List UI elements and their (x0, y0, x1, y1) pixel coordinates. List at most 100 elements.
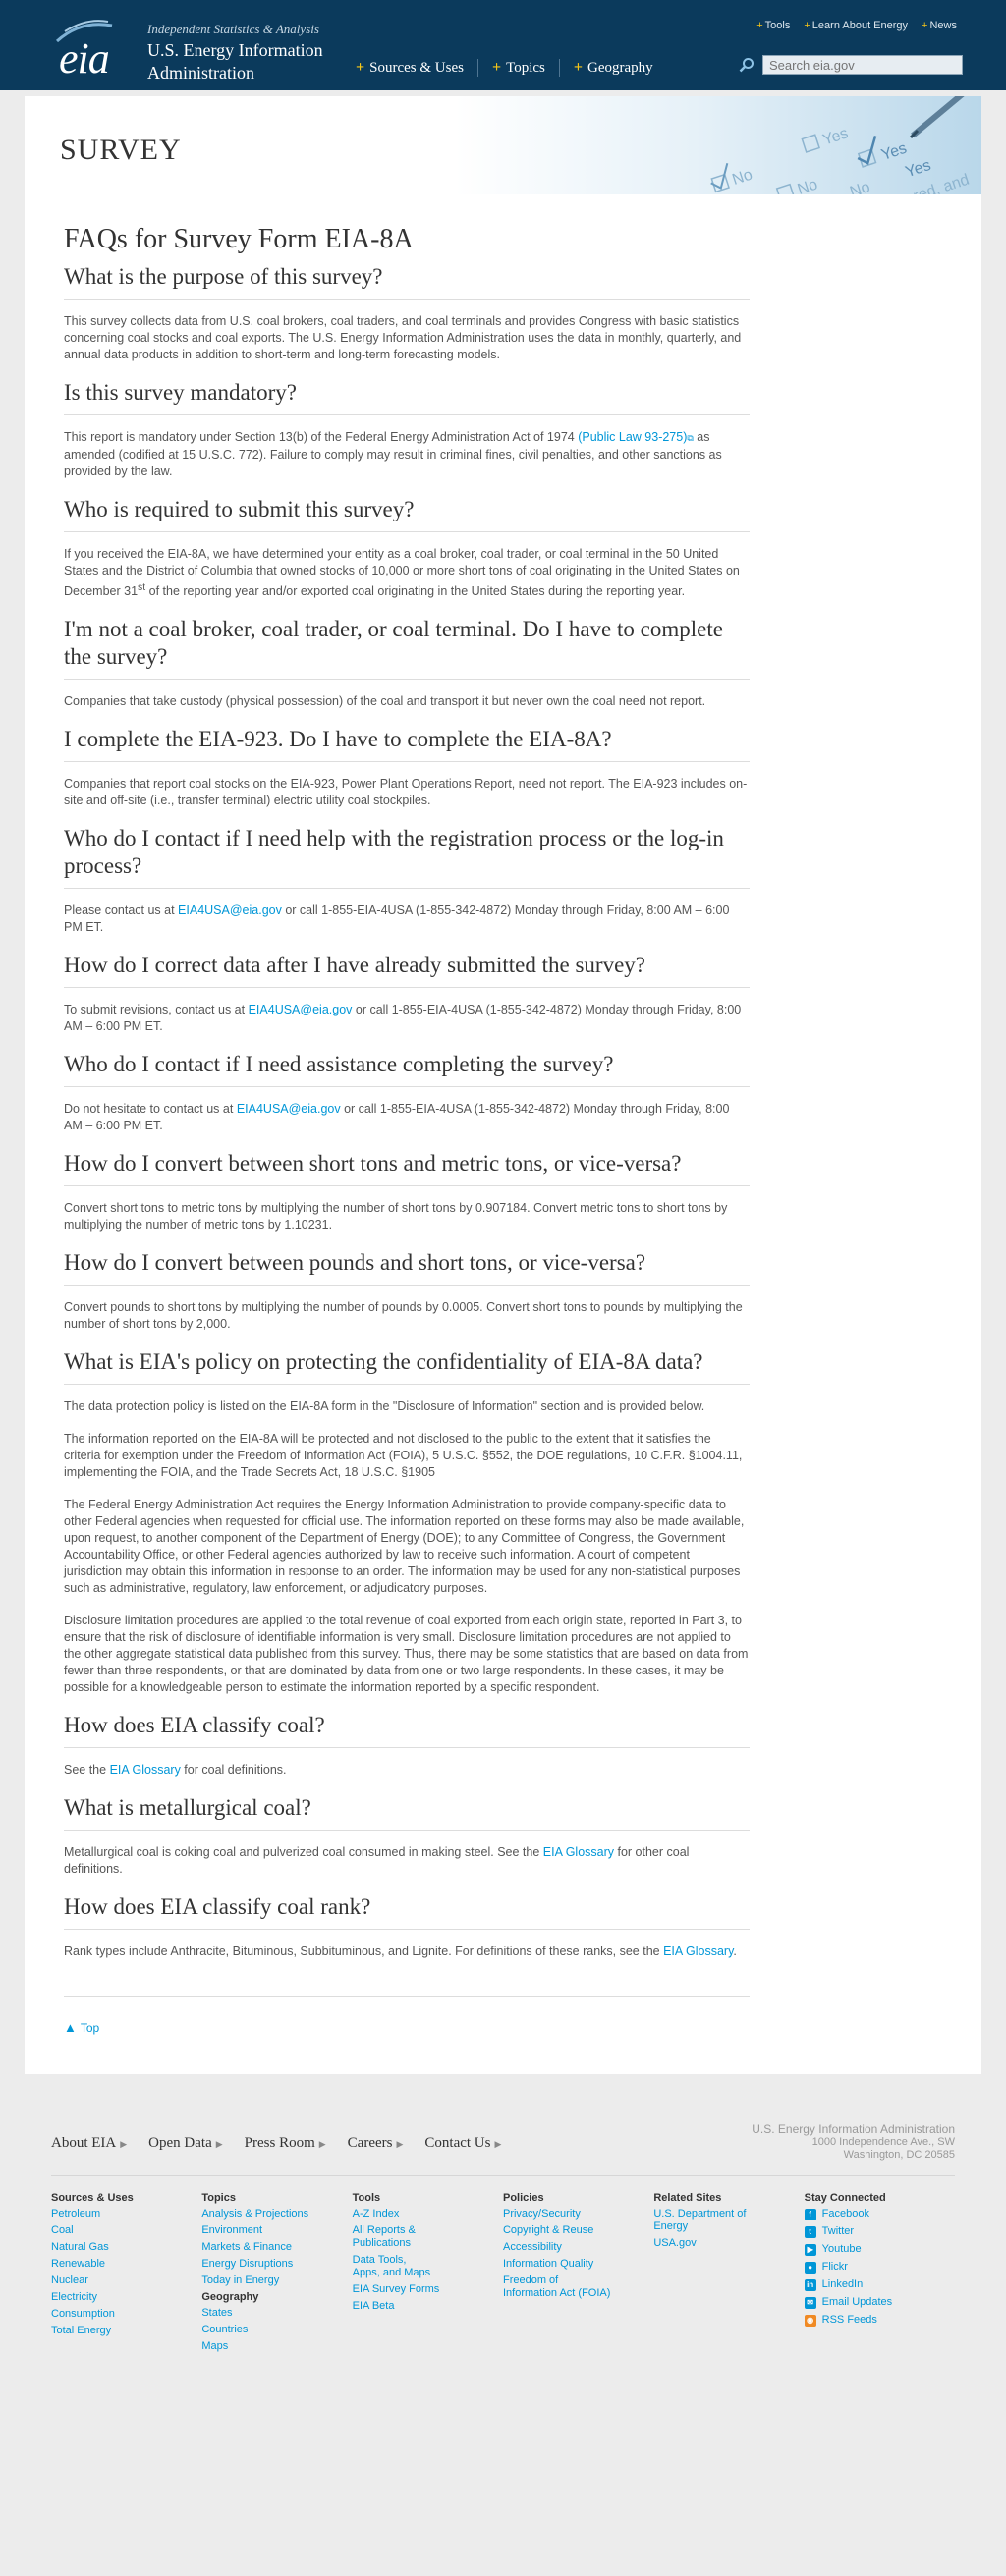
footer-link[interactable]: Petroleum (51, 2208, 201, 2220)
search-input[interactable] (762, 55, 963, 75)
page-title: FAQs for Survey Form EIA-8A (64, 224, 414, 254)
back-to-top[interactable]: ▲ Top (64, 1996, 750, 2035)
footer-link[interactable]: States (201, 2307, 352, 2320)
plus-icon: + (922, 20, 928, 31)
plus-icon: + (491, 59, 502, 76)
footer-top: About EIA ▶ Open Data ▶ Press Room ▶ Career… (51, 2122, 955, 2177)
agency-name-line1: U.S. Energy Information (147, 40, 323, 60)
survey-banner: SURVEY No Yes No Yes No Yes red, and (25, 96, 981, 194)
footer-link[interactable]: Energy Disruptions (201, 2258, 352, 2271)
faq-answer: Metallurgical coal is coking coal and pu… (64, 1845, 690, 1877)
footer-link[interactable]: Countries (201, 2324, 352, 2336)
footer-link[interactable]: Natural Gas (51, 2241, 201, 2254)
faq-question: What is metallurgical coal? (64, 1794, 750, 1832)
footer-link[interactable]: Analysis & Projections (201, 2208, 352, 2220)
faq-answer: The data protection policy is listed on … (64, 1399, 705, 1414)
glossary-link[interactable]: EIA Glossary (543, 1845, 614, 1859)
footer-link[interactable]: Coal (51, 2224, 201, 2237)
util-nav-tools[interactable]: + Tools (756, 20, 790, 31)
faq-question: How does EIA classify coal rank? (64, 1893, 750, 1931)
footer-link[interactable]: Markets & Finance (201, 2241, 352, 2254)
banner-word-yes: Yes (820, 125, 850, 148)
footer-link[interactable]: Renewable (51, 2258, 201, 2271)
nav-topics[interactable]: + Topics (476, 59, 559, 77)
nav-geography[interactable]: + Geography (558, 59, 667, 77)
faq-answer: Convert short tons to metric tons by mul… (64, 1201, 728, 1233)
footer-nav-about[interactable]: About EIA ▶ (51, 2135, 127, 2162)
social-twitter[interactable]: t Twitter (804, 2225, 955, 2238)
social-facebook[interactable]: f Facebook (804, 2208, 955, 2220)
triangle-right-icon: ▶ (396, 2139, 404, 2150)
footer-link[interactable]: USA.gov (653, 2237, 804, 2250)
footer-col-policies: Policies Privacy/Security Copyright & Re… (503, 2192, 653, 2357)
email-icon: ✉ (804, 2296, 816, 2309)
faq-question: What is the purpose of this survey? (64, 263, 750, 300)
footer-link[interactable]: Accessibility (503, 2241, 653, 2254)
footer-link[interactable]: Total Energy (51, 2325, 201, 2337)
glossary-link[interactable]: EIA Glossary (110, 1763, 181, 1777)
faq-item: How do I correct data after I have alrea… (64, 952, 750, 1035)
footer-address: U.S. Energy Information Administration 1… (752, 2122, 955, 2162)
social-rss[interactable]: ◉ RSS Feeds (804, 2314, 955, 2327)
footer-link[interactable]: Today in Energy (201, 2275, 352, 2287)
faq-question: Who do I contact if I need help with the… (64, 825, 750, 890)
logo-word: eia (59, 34, 110, 82)
email-link[interactable]: EIA4USA@eia.gov (178, 904, 282, 917)
faq-item: I'm not a coal broker, coal trader, or c… (64, 616, 750, 710)
faq-answer: Do not hesitate to contact us at EIA4USA… (64, 1102, 730, 1133)
arrow-up-icon: ▲ (64, 2020, 77, 2036)
banner-word-yes: Yes (879, 140, 909, 164)
footer-nav-open-data[interactable]: Open Data ▶ (148, 2135, 222, 2162)
email-link[interactable]: EIA4USA@eia.gov (237, 1102, 341, 1116)
footer-link[interactable]: Environment (201, 2224, 352, 2237)
nav-sources-uses[interactable]: + Sources & Uses (356, 59, 477, 77)
glossary-link[interactable]: EIA Glossary (663, 1945, 733, 1958)
util-nav-learn[interactable]: + Learn About Energy (804, 20, 908, 31)
social-flickr[interactable]: ● Flickr (804, 2261, 955, 2274)
page-container: SURVEY No Yes No Yes No Yes red, and FAQ… (25, 96, 981, 2075)
faq-item: I complete the EIA-923. Do I have to com… (64, 726, 750, 809)
footer-link[interactable]: All Reports & Publications (353, 2224, 431, 2250)
footer-col-sources: Sources & Uses Petroleum Coal Natural Ga… (51, 2192, 201, 2357)
faq-item: Who do I contact if I need assistance co… (64, 1051, 750, 1134)
footer-link[interactable]: Data Tools, Apps, and Maps (353, 2254, 431, 2279)
footer-nav-press-room[interactable]: Press Room ▶ (245, 2135, 326, 2162)
footer-link[interactable]: A-Z Index (353, 2208, 503, 2220)
email-link[interactable]: EIA4USA@eia.gov (249, 1003, 353, 1016)
footer-link[interactable]: Freedom of Information Act (FOIA) (503, 2275, 611, 2300)
footer-link[interactable]: Copyright & Reuse (503, 2224, 653, 2237)
social-email[interactable]: ✉ Email Updates (804, 2296, 955, 2309)
footer-link[interactable]: Information Quality (503, 2258, 653, 2271)
faq-answer: Companies that take custody (physical po… (64, 694, 706, 709)
logo-text: Independent Statistics & Analysis U.S. E… (147, 22, 323, 82)
footer-link[interactable]: Electricity (51, 2291, 201, 2304)
footer-nav-contact[interactable]: Contact Us ▶ (424, 2135, 501, 2162)
flickr-icon: ● (804, 2261, 816, 2274)
twitter-icon: t (804, 2225, 816, 2238)
faq-question: I complete the EIA-923. Do I have to com… (64, 726, 750, 763)
public-law-link[interactable]: (Public Law 93-275) (578, 430, 687, 444)
footer-nav-careers[interactable]: Careers ▶ (348, 2135, 404, 2162)
footer-link[interactable]: U.S. Department of Energy (653, 2208, 752, 2233)
search-icon[interactable] (739, 57, 754, 73)
faq-answer: Companies that report coal stocks on the… (64, 777, 748, 808)
footer-nav: About EIA ▶ Open Data ▶ Press Room ▶ Career… (51, 2123, 501, 2162)
faq-answer: This survey collects data from U.S. coal… (64, 314, 742, 361)
faq-answer: Please contact us at EIA4USA@eia.gov or … (64, 904, 730, 935)
footer-link[interactable]: Nuclear (51, 2275, 201, 2287)
footer-link[interactable]: Maps (201, 2340, 352, 2353)
social-youtube[interactable]: ▶ Youtube (804, 2243, 955, 2256)
footer-link[interactable]: Privacy/Security (503, 2208, 653, 2220)
footer-link[interactable]: EIA Beta (353, 2300, 503, 2313)
banner-word-no: No (730, 166, 754, 189)
footer-columns: Sources & Uses Petroleum Coal Natural Ga… (51, 2192, 955, 2357)
footer-link[interactable]: EIA Survey Forms (353, 2283, 503, 2296)
footer-link[interactable]: Consumption (51, 2308, 201, 2321)
social-linkedin[interactable]: in LinkedIn (804, 2278, 955, 2291)
main-nav: + Sources & Uses + Topics + Geography (356, 59, 667, 77)
triangle-right-icon: ▶ (494, 2139, 502, 2150)
faq-answer: This report is mandatory under Section 1… (64, 430, 722, 478)
faq-item: How do I convert between pounds and shor… (64, 1249, 750, 1333)
top-link[interactable]: Top (81, 2021, 99, 2035)
util-nav-news[interactable]: + News (922, 20, 957, 31)
